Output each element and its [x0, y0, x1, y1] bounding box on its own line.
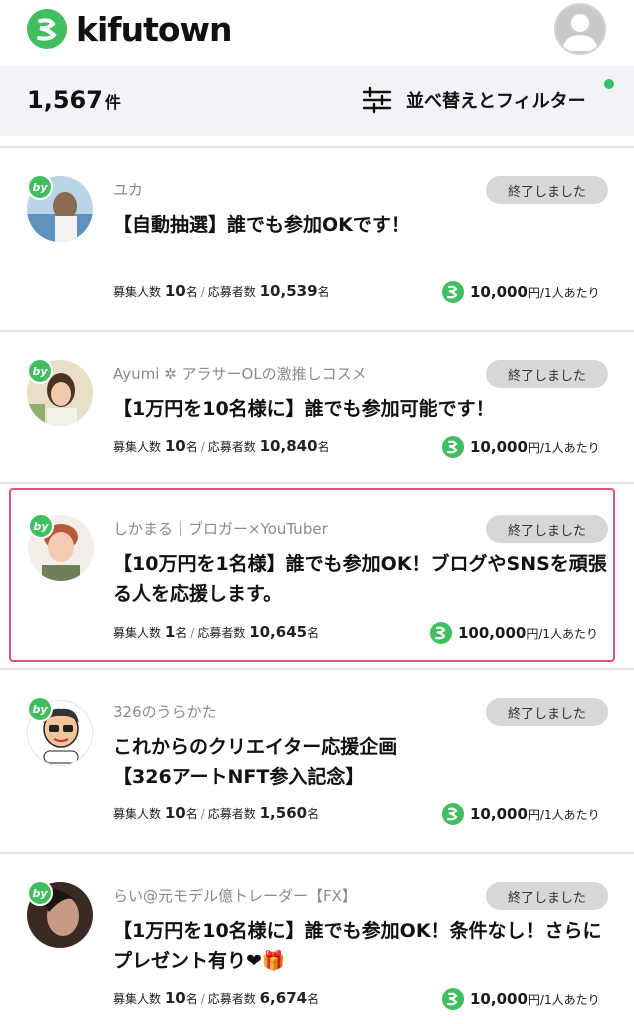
user-avatar-icon — [562, 14, 598, 51]
coin-icon — [442, 281, 464, 303]
filter-indicator-dot — [604, 79, 614, 89]
by-badge: by — [27, 696, 53, 722]
prize-amount: 10,000 円/1人あたり — [441, 987, 600, 1011]
prize-amount: 10,000 円/1人あたり — [441, 435, 600, 459]
prize-amount: 10,000 円/1人あたり — [441, 280, 600, 304]
prize-amount: 100,000 円/1人あたり — [429, 621, 598, 645]
by-badge: by — [28, 513, 54, 539]
status-badge: 終了しました — [486, 176, 608, 204]
author-name[interactable]: 326のうらかた — [113, 701, 217, 722]
results-toolbar: 1,567 件 並べ替えとフィルター — [0, 66, 634, 136]
coin-icon — [442, 803, 464, 825]
status-badge: 終了しました — [486, 882, 608, 910]
campaign-card[interactable]: by ユカ 終了しました 【自動抽選】誰でも参加OKです！ 募集人数 10名 / 応… — [0, 148, 634, 332]
campaign-title[interactable]: これからのクリエイター応援企画 【326アートNFT参入記念】 — [113, 732, 608, 792]
kifutown-logo-icon — [27, 9, 67, 49]
result-count-unit: 件 — [104, 93, 121, 112]
user-avatar-button[interactable] — [554, 3, 606, 55]
campaign-stats: 募集人数 10名 / 応募者数 10,840名 — [113, 437, 330, 455]
prize-amount: 10,000 円/1人あたり — [441, 802, 600, 826]
by-badge: by — [27, 358, 53, 384]
coin-icon — [442, 988, 464, 1010]
campaign-stats: 募集人数 10名 / 応募者数 1,560名 — [113, 804, 320, 822]
status-badge: 終了しました — [486, 698, 608, 726]
sort-filter-button[interactable]: 並べ替えとフィルター — [362, 86, 586, 114]
campaign-card[interactable]: by Ayumi ✲ アラサーOLの激推しコスメ 終了しました 【1万円を10名… — [0, 332, 634, 484]
status-badge: 終了しました — [486, 360, 608, 388]
by-badge: by — [27, 880, 53, 906]
sliders-icon — [362, 86, 392, 114]
divider — [0, 482, 634, 484]
campaign-title-line: 【326アートNFT参入記念】 — [113, 766, 365, 788]
campaign-card-highlighted[interactable]: by しかまる｜ブロガー×YouTuber 終了しました 【10万円を1名様】誰… — [9, 488, 615, 662]
result-count: 1,567 件 — [27, 86, 121, 114]
logo-text: kifutown — [76, 9, 233, 49]
author-name[interactable]: らい@元モデル億トレーダー【FX】 — [113, 885, 357, 906]
author-name[interactable]: ユカ — [113, 179, 143, 200]
result-count-number: 1,567 — [27, 86, 103, 114]
campaign-card[interactable]: by 326のうらかた 終了しました これからのクリエイター応援企画 【326ア… — [0, 670, 634, 854]
campaign-stats: 募集人数 1名 / 応募者数 10,645名 — [113, 623, 320, 641]
sort-filter-label: 並べ替えとフィルター — [406, 91, 586, 112]
author-name[interactable]: しかまる｜ブロガー×YouTuber — [113, 518, 328, 539]
campaign-card[interactable]: by らい@元モデル億トレーダー【FX】 終了しました 【1万円を10名様に】誰… — [0, 854, 634, 1024]
campaign-stats: 募集人数 10名 / 応募者数 10,539名 — [113, 282, 330, 300]
campaign-title[interactable]: 【1万円を10名様に】誰でも参加OK！条件なし！さらにプレゼント有り❤🎁 — [113, 916, 608, 976]
logo[interactable]: kifutown — [26, 8, 233, 50]
campaign-stats: 募集人数 10名 / 応募者数 6,674名 — [113, 989, 320, 1007]
campaign-title-line: これからのクリエイター応援企画 — [113, 736, 398, 758]
campaign-title[interactable]: 【10万円を1名様】誰でも参加OK！ブログやSNSを頑張る人を応援します。 — [113, 549, 608, 609]
coin-icon — [430, 622, 452, 644]
by-badge: by — [27, 174, 53, 200]
author-name[interactable]: Ayumi ✲ アラサーOLの激推しコスメ — [113, 363, 367, 384]
app-header: kifutown — [0, 0, 634, 62]
coin-icon — [442, 436, 464, 458]
campaign-title[interactable]: 【1万円を10名様に】誰でも参加可能です！ — [113, 394, 608, 424]
campaign-title[interactable]: 【自動抽選】誰でも参加OKです！ — [113, 210, 608, 240]
status-badge: 終了しました — [486, 515, 608, 543]
